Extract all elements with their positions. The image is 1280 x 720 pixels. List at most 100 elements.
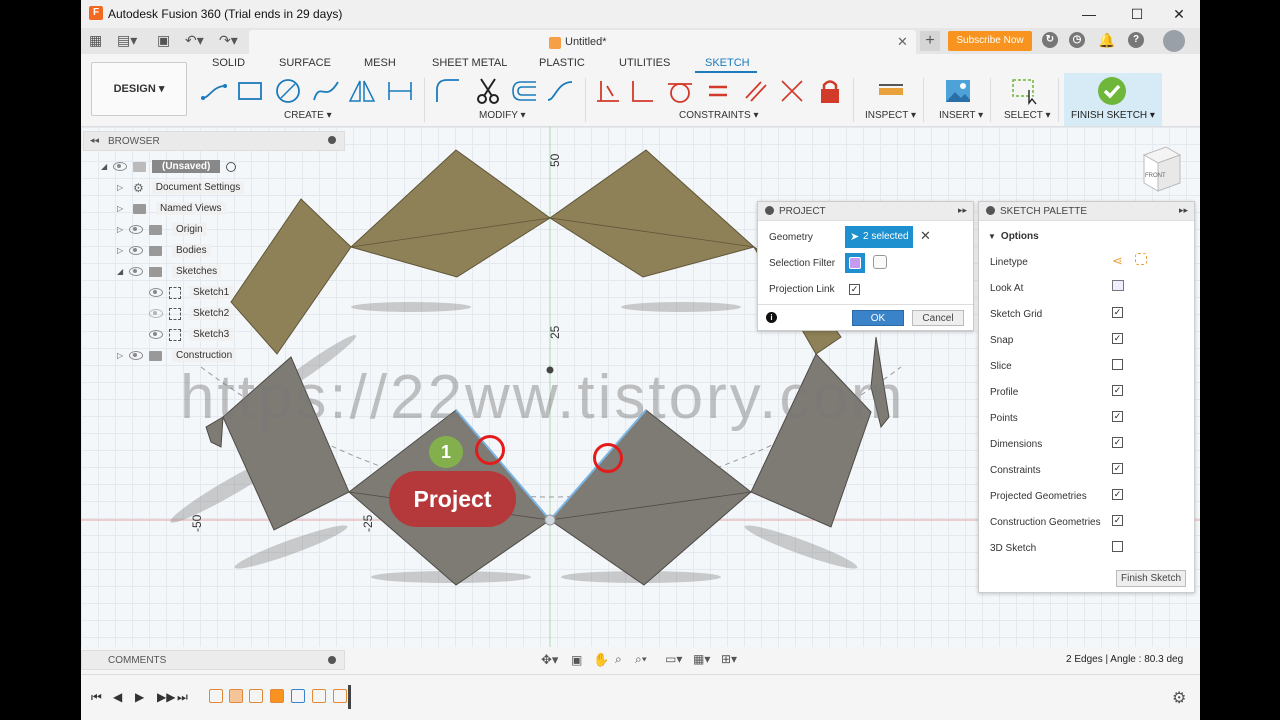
projected-geometries-checkbox[interactable]: ✓	[1112, 489, 1123, 500]
expand-arrow-icon[interactable]: ▷	[117, 183, 129, 192]
inspect-menu[interactable]: INSPECT ▾	[865, 110, 916, 121]
equal-constraint-icon[interactable]	[703, 76, 733, 106]
notifications-bell-icon[interactable]: 🔔	[1098, 32, 1115, 48]
geometry-selection-button[interactable]: ➤ 2 selected	[845, 226, 913, 248]
visibility-eye-icon[interactable]	[113, 162, 127, 171]
expand-arrow-icon[interactable]: ▷	[117, 204, 129, 213]
expand-arrow-icon[interactable]: ▷	[117, 225, 129, 234]
tab-sheet-metal[interactable]: SHEET METAL	[432, 57, 507, 69]
visibility-eye-icon[interactable]	[129, 351, 143, 360]
coincident-constraint-icon[interactable]	[593, 76, 623, 106]
points-checkbox[interactable]: ✓	[1112, 411, 1123, 422]
tab-sketch[interactable]: SKETCH	[705, 57, 750, 69]
timeline-sketch-feature[interactable]	[249, 689, 263, 703]
look-at-nav-icon[interactable]: ▣	[571, 653, 582, 667]
constraints-menu[interactable]: CONSTRAINTS ▾	[679, 110, 758, 121]
browser-header[interactable]: ◂◂ BROWSER	[83, 131, 345, 151]
active-component-radio-icon[interactable]	[226, 161, 237, 172]
construction-linetype-icon[interactable]: ⋖	[1112, 253, 1123, 269]
sketch-grid-checkbox[interactable]: ✓	[1112, 307, 1123, 318]
3d-sketch-checkbox[interactable]	[1112, 541, 1123, 552]
expand-arrow-icon[interactable]: ◢	[117, 267, 129, 276]
browser-item-sketch2[interactable]: Sketch2	[149, 304, 234, 323]
save-icon[interactable]: ▣	[157, 32, 170, 49]
clear-selection-icon[interactable]: ✕	[920, 228, 931, 244]
construction-geometries-checkbox[interactable]: ✓	[1112, 515, 1123, 526]
tab-surface[interactable]: SURFACE	[279, 57, 331, 69]
help-icon[interactable]: ?	[1128, 32, 1144, 48]
spline-tool-icon[interactable]	[311, 76, 341, 106]
palette-collapse-icon[interactable]	[986, 206, 995, 215]
zoom-icon[interactable]: ⌕	[615, 652, 622, 667]
insert-image-icon[interactable]	[943, 76, 973, 106]
dialog-collapse-icon[interactable]	[765, 206, 774, 215]
browser-item-named-views[interactable]: ▷ Named Views	[117, 199, 226, 218]
timeline-sketch-feature[interactable]	[209, 689, 223, 703]
dimensions-checkbox[interactable]: ✓	[1112, 437, 1123, 448]
tab-solid[interactable]: SOLID	[212, 57, 245, 69]
workspace-switcher[interactable]: DESIGN ▾	[91, 62, 187, 116]
rectangle-tool-icon[interactable]	[235, 76, 265, 106]
timeline-settings-gear-icon[interactable]: ⚙	[1172, 688, 1186, 708]
browser-item-sketch1[interactable]: Sketch1	[149, 283, 234, 302]
browser-item-origin[interactable]: ▷ Origin	[117, 220, 207, 239]
play-icon[interactable]: ▶	[135, 690, 144, 704]
document-tab[interactable]: Untitled* ✕	[249, 30, 916, 54]
browser-item-bodies[interactable]: ▷ Bodies	[117, 241, 211, 260]
timeline-body-feature[interactable]	[270, 689, 284, 703]
centerline-linetype-icon[interactable]	[1135, 253, 1147, 265]
finish-sketch-button[interactable]: FINISH SKETCH ▾	[1064, 73, 1162, 126]
close-tab-icon[interactable]: ✕	[897, 34, 908, 50]
browser-root-unsaved[interactable]: ◢ (Unsaved)	[101, 157, 237, 176]
redo-icon[interactable]: ↷▾	[219, 32, 238, 49]
visibility-eye-icon[interactable]	[129, 225, 143, 234]
visibility-eye-icon[interactable]	[149, 288, 163, 297]
expand-dialog-icon[interactable]: ▸▸	[958, 205, 967, 216]
user-avatar[interactable]	[1163, 30, 1185, 52]
tab-utilities[interactable]: UTILITIES	[619, 57, 670, 69]
expand-arrow-icon[interactable]: ▷	[117, 246, 129, 255]
visibility-eye-icon[interactable]	[129, 246, 143, 255]
viewports-icon[interactable]: ⊞▾	[721, 652, 737, 666]
projection-link-checkbox[interactable]: ✓	[849, 284, 860, 295]
expand-arrow-icon[interactable]: ▷	[117, 351, 129, 360]
options-section-header[interactable]: ▼ Options	[988, 231, 1039, 242]
hidden-eye-icon[interactable]	[149, 309, 163, 318]
file-menu-icon[interactable]: ▤▾	[117, 32, 137, 49]
maximize-button[interactable]: ☐	[1114, 2, 1160, 26]
step-back-icon[interactable]: ◀	[113, 690, 122, 704]
step-forward-icon[interactable]: ▶▶	[157, 690, 175, 704]
insert-menu[interactable]: INSERT ▾	[939, 110, 983, 121]
fix-lock-icon[interactable]	[815, 76, 845, 106]
fit-zoom-icon[interactable]: ⌕▾	[635, 652, 647, 667]
data-panel-grid-icon[interactable]: ▦	[89, 32, 102, 49]
pan-hand-icon[interactable]: ✋	[593, 652, 609, 668]
tab-mesh[interactable]: MESH	[364, 57, 396, 69]
orbit-icon[interactable]: ✥▾	[541, 652, 558, 668]
offset-tool-icon[interactable]	[509, 76, 539, 106]
perpendicular-constraint-icon[interactable]	[627, 76, 657, 106]
modify-menu[interactable]: MODIFY ▾	[479, 110, 526, 121]
dimension-tool-icon[interactable]	[385, 76, 415, 106]
new-tab-button[interactable]: +	[920, 31, 940, 51]
job-status-icon[interactable]: ◷	[1069, 32, 1085, 48]
project-dialog-header[interactable]: PROJECT ▸▸	[758, 202, 973, 221]
curve-tool-icon[interactable]	[545, 76, 575, 106]
browser-item-sketches[interactable]: ◢ Sketches	[117, 262, 222, 281]
slice-checkbox[interactable]	[1112, 359, 1123, 370]
sketch-palette-header[interactable]: SKETCH PALETTE ▸▸	[979, 202, 1194, 221]
grid-settings-icon[interactable]: ▦▾	[693, 652, 710, 666]
timeline-move-feature[interactable]	[312, 689, 326, 703]
constraints-checkbox[interactable]: ✓	[1112, 463, 1123, 474]
symmetry-constraint-icon[interactable]	[777, 76, 807, 106]
subscribe-button[interactable]: Subscribe Now	[948, 31, 1032, 51]
tangent-constraint-icon[interactable]	[665, 76, 695, 106]
line-tool-icon[interactable]	[199, 76, 229, 106]
go-to-end-icon[interactable]: ⏭	[177, 690, 188, 705]
comments-panel[interactable]: COMMENTS	[81, 650, 345, 670]
tab-plastic[interactable]: PLASTIC	[539, 57, 585, 69]
look-at-icon[interactable]	[1112, 280, 1124, 291]
create-menu[interactable]: CREATE ▾	[284, 110, 332, 121]
snap-checkbox[interactable]: ✓	[1112, 333, 1123, 344]
expand-palette-icon[interactable]: ▸▸	[1179, 205, 1188, 216]
